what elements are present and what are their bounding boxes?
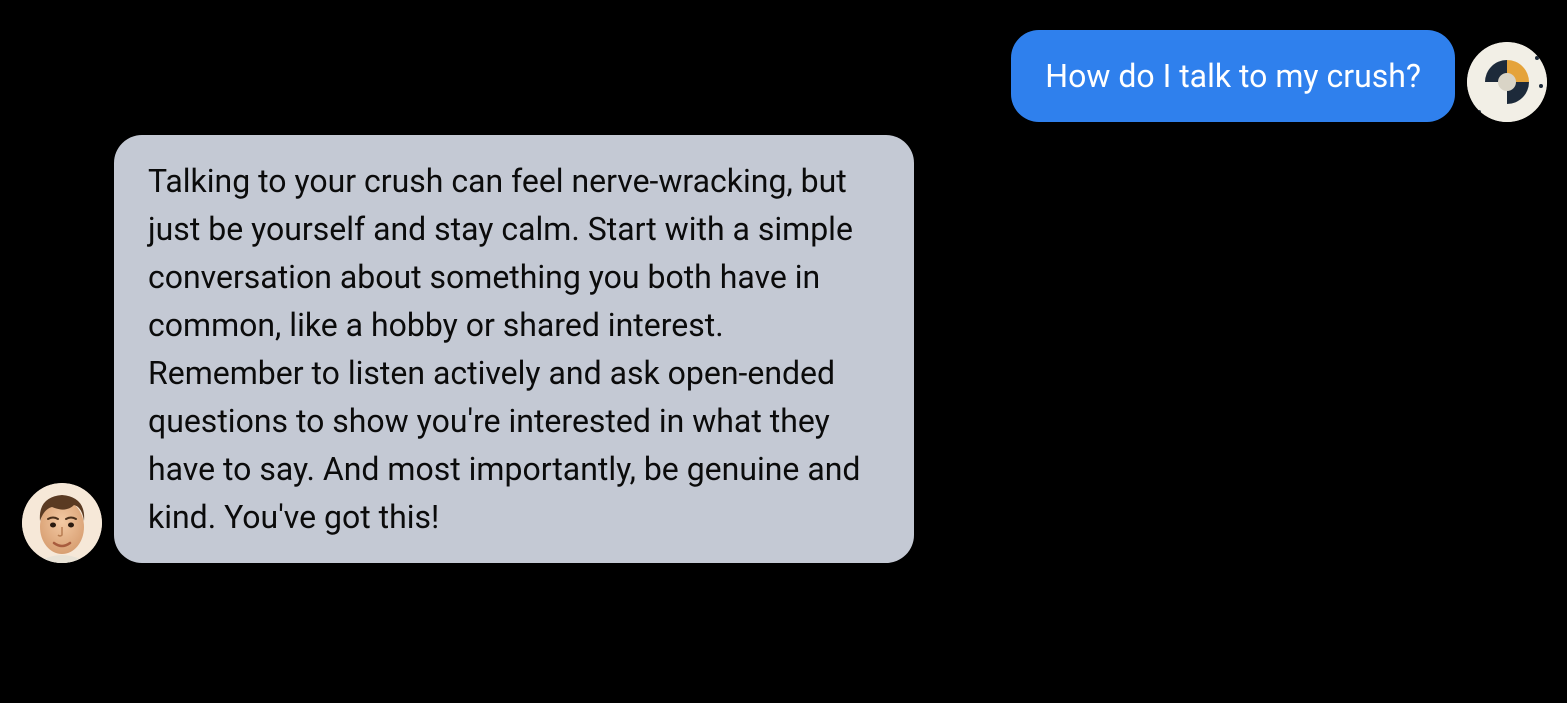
assistant-avatar-icon [22,483,102,563]
assistant-avatar[interactable] [22,483,102,563]
user-message-text: How do I talk to my crush? [1045,57,1421,95]
assistant-message-text: Talking to your crush can feel nerve-wra… [148,162,860,536]
user-avatar-icon [1467,42,1547,122]
user-message-row: How do I talk to my crush? [1011,30,1547,122]
user-message-bubble: How do I talk to my crush? [1011,30,1455,122]
assistant-message-row: Talking to your crush can feel nerve-wra… [22,135,914,563]
assistant-message-bubble: Talking to your crush can feel nerve-wra… [114,135,914,563]
user-avatar[interactable] [1467,42,1547,122]
chat-container: How do I talk to my crush? [0,0,1567,703]
